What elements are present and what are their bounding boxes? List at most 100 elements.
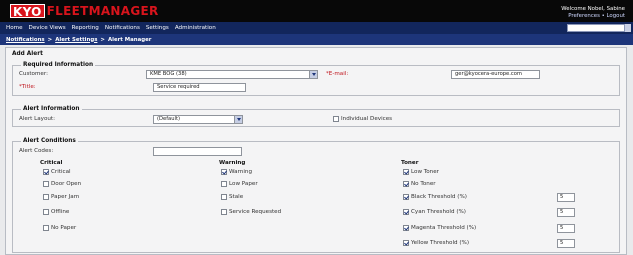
breadcrumb-alert-manager: Alert Manager — [107, 36, 152, 43]
alert-conditions-section: Alert Conditions Alert Codes: Critical C… — [12, 138, 620, 253]
alert-layout-value: (Default) — [157, 116, 181, 122]
add-alert-panel: Add Alert Required Information Customer:… — [5, 47, 627, 255]
email-label-text: *E-mail: — [326, 71, 349, 77]
email-field[interactable]: ger@kyocera-europe.com — [451, 70, 540, 79]
checkbox-box[interactable] — [43, 194, 49, 200]
checkbox-label: No Toner — [411, 181, 436, 187]
offline-checkbox[interactable]: Offline — [43, 209, 69, 215]
checkbox-label: Warning — [229, 169, 252, 175]
customer-label: Customer: — [19, 71, 48, 77]
alert-layout-select[interactable]: (Default) — [153, 115, 243, 124]
breadcrumb-notifications[interactable]: Notifications — [6, 37, 45, 43]
nav-notifications[interactable]: Notifications — [102, 22, 143, 34]
app-header: KYO FLEETMANAGER Welcome Nobel, Sabine P… — [0, 0, 633, 22]
checkbox-box[interactable] — [221, 194, 227, 200]
checkbox-label: Black Threshold (%) — [411, 194, 467, 200]
search-input[interactable] — [567, 24, 625, 32]
magenta-threshold-input[interactable]: 5 — [557, 224, 575, 233]
chevron-down-icon[interactable] — [309, 71, 317, 78]
nav-administration[interactable]: Administration — [172, 22, 219, 34]
checkbox-box[interactable] — [221, 209, 227, 215]
checkbox-label: Door Open — [51, 181, 82, 187]
checkbox-label: Cyan Threshold (%) — [411, 209, 466, 215]
service-requested-checkbox[interactable]: Service Requested — [221, 209, 281, 215]
breadcrumb-separator: > — [100, 36, 105, 43]
stale-checkbox[interactable]: Stale — [221, 194, 243, 200]
checkbox-box[interactable] — [403, 225, 409, 231]
checkbox-box[interactable] — [403, 194, 409, 200]
yellow-threshold-checkbox[interactable]: Yellow Threshold (%) — [403, 240, 469, 246]
breadcrumb-alert-settings[interactable]: Alert Settings — [55, 37, 97, 43]
black-threshold-input[interactable]: 5 — [557, 193, 575, 202]
checkbox-box[interactable] — [403, 209, 409, 215]
search-button[interactable] — [625, 24, 631, 32]
toner-column-title: Toner — [401, 160, 419, 166]
checkbox-box[interactable] — [221, 169, 227, 175]
checkbox-label: Offline — [51, 209, 70, 215]
kyo-fleetmanager-logo: KYO FLEETMANAGER — [10, 4, 159, 19]
customer-value: KME BOG (38) — [150, 71, 187, 77]
no-toner-checkbox[interactable]: No Toner — [403, 181, 436, 187]
nav-settings[interactable]: Settings — [143, 22, 172, 34]
critical-checkbox[interactable]: Critical — [43, 169, 71, 175]
paper-jam-checkbox[interactable]: Paper Jam — [43, 194, 79, 200]
cyan-threshold-input[interactable]: 5 — [557, 208, 575, 217]
alert-codes-label: Alert Codes: — [19, 148, 54, 154]
logo-fleetmanager: FLEETMANAGER — [46, 4, 159, 18]
checkbox-label: Magenta Threshold (%) — [411, 225, 477, 231]
required-information-section: Required Information Customer: KME BOG (… — [12, 62, 620, 96]
checkbox-label: Low Paper — [229, 181, 258, 187]
title-field[interactable]: Service required — [153, 83, 246, 92]
alert-layout-label: Alert Layout: — [19, 116, 55, 122]
low-toner-checkbox[interactable]: Low Toner — [403, 169, 439, 175]
checkbox-label: Yellow Threshold (%) — [411, 240, 470, 246]
preferences-logout-links[interactable]: Preferences • Logout — [561, 13, 625, 20]
checkbox-box[interactable] — [43, 169, 49, 175]
cyan-threshold-checkbox[interactable]: Cyan Threshold (%) — [403, 209, 466, 215]
alert-information-legend: Alert Information — [21, 106, 82, 112]
checkbox-label: Critical — [51, 169, 71, 175]
checkbox-box[interactable] — [403, 181, 409, 187]
chevron-down-icon[interactable] — [234, 116, 242, 123]
alert-codes-field[interactable] — [153, 147, 242, 156]
main-nav: Home Device Views Reporting Notification… — [0, 22, 633, 34]
nav-home[interactable]: Home — [0, 22, 26, 34]
checkbox-label: Low Toner — [411, 169, 439, 175]
email-label: *E-mail: — [326, 71, 348, 77]
welcome-text: Welcome Nobel, Sabine — [561, 6, 625, 12]
checkbox-box[interactable] — [43, 209, 49, 215]
checkbox-box[interactable] — [333, 116, 339, 122]
nav-reporting[interactable]: Reporting — [69, 22, 102, 34]
title-label-text: *Title: — [19, 84, 36, 90]
nav-device-views[interactable]: Device Views — [26, 22, 69, 34]
breadcrumb: Notifications > Alert Settings > Alert M… — [0, 34, 633, 45]
warning-checkbox[interactable]: Warning — [221, 169, 252, 175]
alert-information-section: Alert Information Alert Layout: (Default… — [12, 106, 620, 127]
warning-column-title: Warning — [219, 160, 246, 166]
breadcrumb-separator: > — [47, 36, 53, 43]
checkbox-label: Service Requested — [229, 209, 282, 215]
low-paper-checkbox[interactable]: Low Paper — [221, 181, 258, 187]
individual-devices-checkbox[interactable]: Individual Devices — [333, 116, 392, 122]
welcome-area: Welcome Nobel, Sabine Preferences • Logo… — [561, 6, 625, 20]
individual-devices-label: Individual Devices — [341, 116, 393, 122]
critical-column-title: Critical — [40, 160, 63, 166]
magenta-threshold-checkbox[interactable]: Magenta Threshold (%) — [403, 225, 476, 231]
checkbox-label: No Paper — [51, 225, 77, 231]
checkbox-label: Stale — [229, 194, 244, 200]
door-open-checkbox[interactable]: Door Open — [43, 181, 81, 187]
checkbox-box[interactable] — [403, 169, 409, 175]
checkbox-box[interactable] — [43, 181, 49, 187]
yellow-threshold-input[interactable]: 5 — [557, 239, 575, 248]
checkbox-box[interactable] — [403, 240, 409, 246]
customer-select[interactable]: KME BOG (38) — [146, 70, 318, 79]
required-information-legend: Required Information — [21, 62, 96, 68]
no-paper-checkbox[interactable]: No Paper — [43, 225, 76, 231]
checkbox-box[interactable] — [43, 225, 49, 231]
checkbox-box[interactable] — [221, 181, 227, 187]
black-threshold-checkbox[interactable]: Black Threshold (%) — [403, 194, 467, 200]
logo-kyo: KYO — [10, 4, 45, 19]
alert-conditions-legend: Alert Conditions — [21, 138, 78, 144]
page-title: Add Alert — [12, 51, 43, 57]
checkbox-label: Paper Jam — [51, 194, 80, 200]
